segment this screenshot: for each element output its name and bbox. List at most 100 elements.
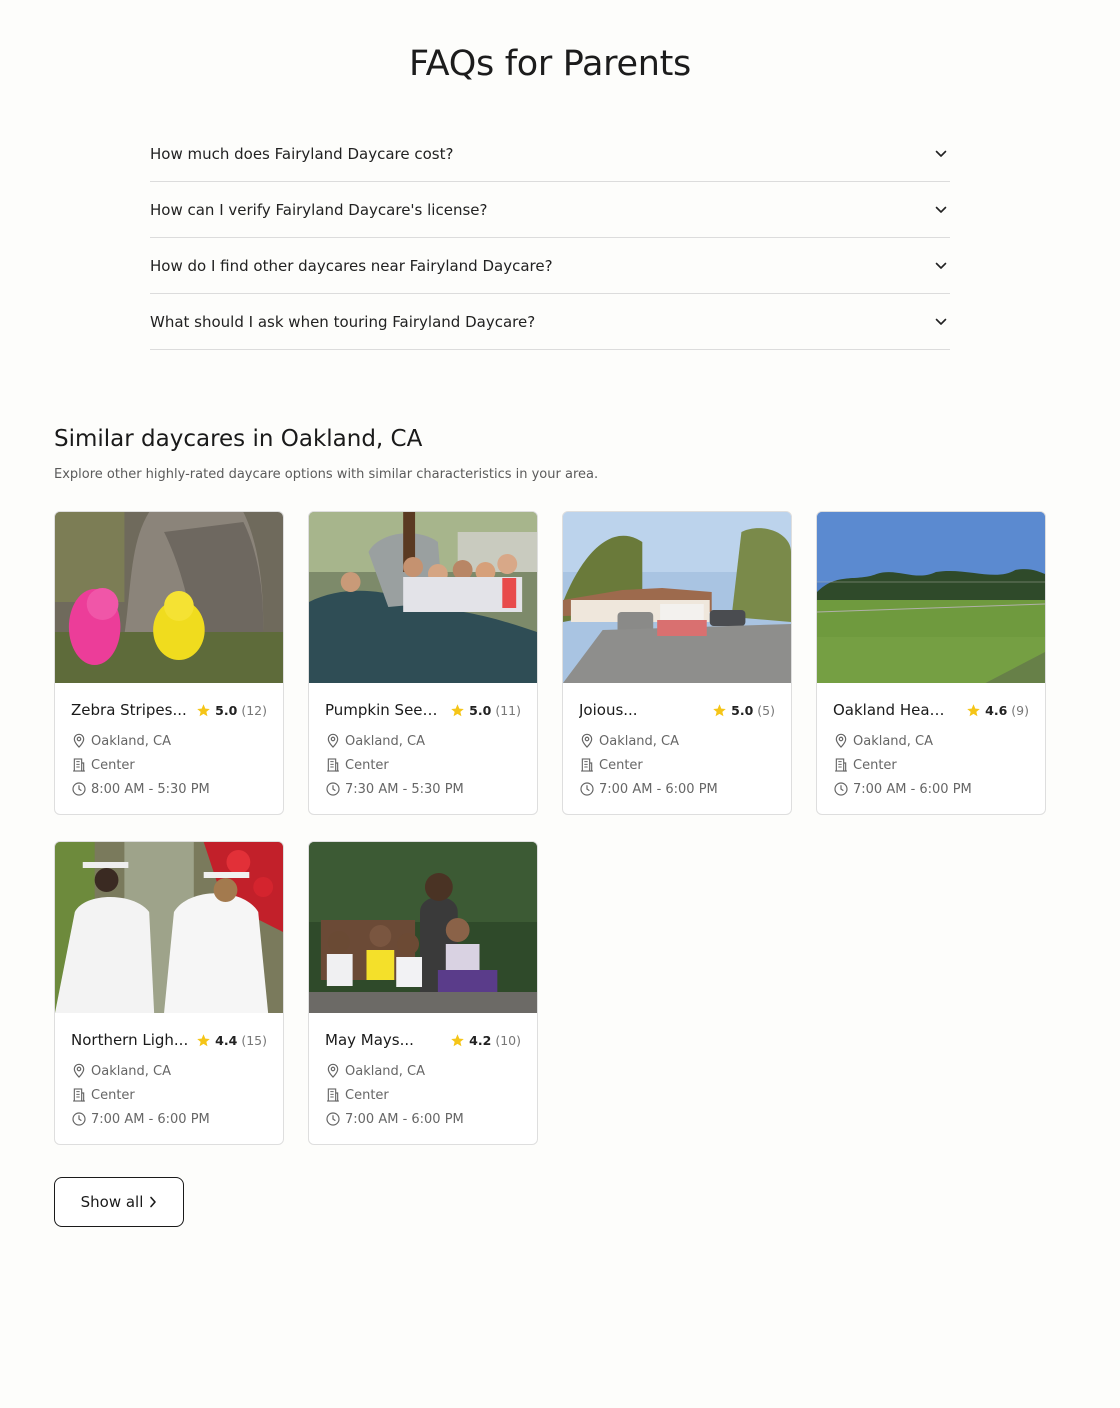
location-row: Oakland, CA	[325, 1063, 521, 1079]
hours-row: 7:00 AM - 6:00 PM	[579, 781, 775, 797]
star-icon	[197, 1033, 210, 1046]
hours-row: 7:00 AM - 6:00 PM	[325, 1111, 521, 1127]
star-icon	[967, 703, 980, 716]
building-icon	[581, 758, 593, 772]
hours-text: 8:00 AM - 5:30 PM	[91, 781, 210, 797]
type-row: Center	[71, 757, 267, 773]
daycare-name: May Mays...	[325, 1031, 414, 1049]
faq-item[interactable]: What should I ask when touring Fairyland…	[150, 294, 950, 350]
rating-value: 4.6	[985, 702, 1008, 718]
faq-list: How much does Fairyland Daycare cost? Ho…	[150, 126, 950, 350]
clock-icon	[580, 782, 594, 796]
similar-section-subtitle: Explore other highly-rated daycare optio…	[54, 467, 599, 482]
type-text: Center	[345, 1087, 389, 1103]
clock-icon	[326, 1112, 340, 1126]
location-text: Oakland, CA	[91, 733, 172, 749]
show-all-label: Show all	[80, 1193, 144, 1211]
rating-value: 4.4	[215, 1032, 238, 1048]
review-count: (12)	[241, 702, 267, 718]
faq-item[interactable]: How much does Fairyland Daycare cost?	[150, 126, 950, 182]
location-pin-icon	[73, 1063, 85, 1078]
faq-question: How can I verify Fairyland Daycare's lic…	[150, 200, 488, 219]
type-text: Center	[91, 757, 135, 773]
review-count: (5)	[757, 702, 775, 718]
location-row: Oakland, CA	[325, 733, 521, 749]
hours-row: 7:00 AM - 6:00 PM	[71, 1111, 267, 1127]
chevron-down-icon[interactable]	[933, 314, 949, 330]
show-all-button[interactable]: Show all	[54, 1177, 184, 1227]
rating-value: 5.0	[215, 702, 238, 718]
building-icon	[327, 1088, 339, 1102]
type-row: Center	[325, 1087, 521, 1103]
location-pin-icon	[835, 733, 847, 748]
star-icon	[197, 703, 210, 716]
star-icon	[451, 703, 464, 716]
daycare-name: Zebra Stripes...	[71, 701, 187, 719]
star-icon	[713, 703, 726, 716]
daycare-photo	[309, 512, 537, 683]
clock-icon	[72, 782, 86, 796]
rating: 5.0 (5)	[712, 703, 775, 718]
type-text: Center	[345, 757, 389, 773]
review-count: (11)	[495, 702, 521, 718]
clock-icon	[326, 782, 340, 796]
rating-value: 4.2	[469, 1032, 492, 1048]
daycare-name: Oakland Head...	[833, 701, 951, 719]
faq-item[interactable]: How do I find other daycares near Fairyl…	[150, 238, 950, 294]
hours-text: 7:30 AM - 5:30 PM	[345, 781, 464, 797]
daycare-card[interactable]: Zebra Stripes... 5.0 (12) Oakland, CA Ce…	[54, 511, 284, 815]
type-row: Center	[71, 1087, 267, 1103]
rating: 5.0 (12)	[196, 703, 267, 718]
rating: 4.6 (9)	[966, 703, 1029, 718]
chevron-down-icon[interactable]	[933, 202, 949, 218]
daycare-name: Pumpkin Seed...	[325, 701, 443, 719]
daycare-photo	[817, 512, 1045, 683]
hours-row: 8:00 AM - 5:30 PM	[71, 781, 267, 797]
daycare-card[interactable]: Oakland Head... 4.6 (9) Oakland, CA Cent…	[816, 511, 1046, 815]
clock-icon	[834, 782, 848, 796]
type-text: Center	[91, 1087, 135, 1103]
chevron-down-icon[interactable]	[933, 146, 949, 162]
daycare-photo	[55, 512, 283, 683]
rating: 4.4 (15)	[196, 1033, 267, 1048]
daycare-card[interactable]: Joious... 5.0 (5) Oakland, CA Center 7:0…	[562, 511, 792, 815]
chevron-down-icon[interactable]	[933, 258, 949, 274]
building-icon	[73, 758, 85, 772]
location-pin-icon	[581, 733, 593, 748]
daycare-card[interactable]: Northern Ligh... 4.4 (15) Oakland, CA Ce…	[54, 841, 284, 1145]
location-pin-icon	[327, 733, 339, 748]
faq-question: What should I ask when touring Fairyland…	[150, 312, 536, 331]
location-text: Oakland, CA	[345, 733, 426, 749]
location-row: Oakland, CA	[579, 733, 775, 749]
hours-text: 7:00 AM - 6:00 PM	[599, 781, 718, 797]
location-row: Oakland, CA	[833, 733, 1029, 749]
faq-question: How much does Fairyland Daycare cost?	[150, 144, 454, 163]
daycare-photo	[55, 842, 283, 1013]
faq-title: FAQs for Parents	[409, 44, 691, 84]
rating: 4.2 (10)	[450, 1033, 521, 1048]
clock-icon	[72, 1112, 86, 1126]
review-count: (15)	[241, 1032, 267, 1048]
type-text: Center	[599, 757, 643, 773]
type-row: Center	[579, 757, 775, 773]
type-row: Center	[325, 757, 521, 773]
location-text: Oakland, CA	[91, 1063, 172, 1079]
hours-row: 7:30 AM - 5:30 PM	[325, 781, 521, 797]
location-text: Oakland, CA	[599, 733, 680, 749]
rating-value: 5.0	[469, 702, 492, 718]
review-count: (9)	[1011, 702, 1029, 718]
daycare-photo	[309, 842, 537, 1013]
daycare-card[interactable]: May Mays... 4.2 (10) Oakland, CA Center …	[308, 841, 538, 1145]
review-count: (10)	[495, 1032, 521, 1048]
similar-section-title: Similar daycares in Oakland, CA	[54, 426, 423, 452]
location-text: Oakland, CA	[853, 733, 934, 749]
location-text: Oakland, CA	[345, 1063, 426, 1079]
daycare-name: Joious...	[579, 701, 638, 719]
building-icon	[73, 1088, 85, 1102]
hours-text: 7:00 AM - 6:00 PM	[345, 1111, 464, 1127]
building-icon	[835, 758, 847, 772]
faq-item[interactable]: How can I verify Fairyland Daycare's lic…	[150, 182, 950, 238]
faq-question: How do I find other daycares near Fairyl…	[150, 256, 553, 275]
location-pin-icon	[327, 1063, 339, 1078]
daycare-card[interactable]: Pumpkin Seed... 5.0 (11) Oakland, CA Cen…	[308, 511, 538, 815]
